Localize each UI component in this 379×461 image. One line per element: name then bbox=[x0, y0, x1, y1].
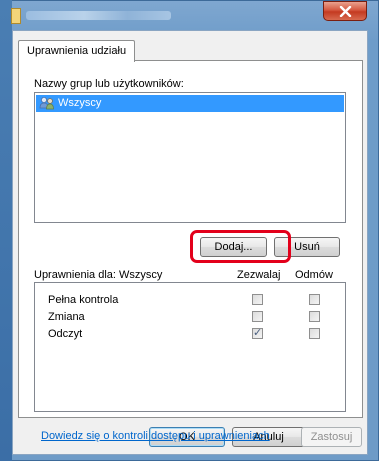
window-left-edge bbox=[0, 0, 12, 461]
allow-column-header: Zezwalaj bbox=[237, 269, 281, 281]
tab-share-permissions[interactable]: Uprawnienia udziału bbox=[18, 40, 136, 62]
permission-name: Odczyt bbox=[48, 328, 83, 340]
list-item-label: Wszyscy bbox=[58, 97, 102, 109]
access-control-help-link[interactable]: Dowiedz się o kontroli dostępu i uprawni… bbox=[41, 430, 270, 442]
table-row: Pełna kontrola bbox=[35, 293, 345, 309]
deny-read-checkbox[interactable] bbox=[309, 328, 320, 339]
add-button-highlight bbox=[190, 230, 291, 263]
groups-label: Nazwy grup lub użytkowników: bbox=[34, 78, 184, 90]
allow-read-checkbox[interactable] bbox=[252, 326, 263, 339]
close-icon bbox=[339, 6, 352, 17]
title-bar[interactable] bbox=[11, 0, 379, 30]
close-button[interactable] bbox=[323, 1, 367, 21]
allow-change-checkbox[interactable] bbox=[252, 311, 263, 322]
permission-name: Zmiana bbox=[48, 311, 85, 323]
window-title-blurred bbox=[26, 11, 171, 20]
tab-panel: Nazwy grup lub użytkowników: Wszyscy Dod… bbox=[18, 60, 363, 442]
folder-icon bbox=[11, 8, 21, 24]
groups-listbox[interactable]: Wszyscy bbox=[34, 92, 346, 223]
dialog-client-area: Uprawnienia udziału Nazwy grup lub użytk… bbox=[12, 30, 368, 455]
table-row: Odczyt bbox=[35, 326, 345, 343]
deny-column-header: Odmów bbox=[295, 269, 333, 281]
permissions-label: Uprawnienia dla: Wszyscy bbox=[34, 269, 163, 281]
list-item[interactable]: Wszyscy bbox=[36, 95, 344, 112]
table-row: Zmiana bbox=[35, 310, 345, 326]
deny-change-checkbox[interactable] bbox=[309, 311, 320, 322]
users-icon bbox=[39, 97, 54, 110]
permission-name: Pełna kontrola bbox=[48, 294, 119, 306]
deny-full-control-checkbox[interactable] bbox=[309, 294, 320, 305]
apply-button[interactable]: Zastosuj bbox=[301, 427, 362, 447]
allow-full-control-checkbox[interactable] bbox=[252, 294, 263, 305]
permissions-list: Pełna kontrola Zmiana Odczyt bbox=[34, 282, 346, 412]
